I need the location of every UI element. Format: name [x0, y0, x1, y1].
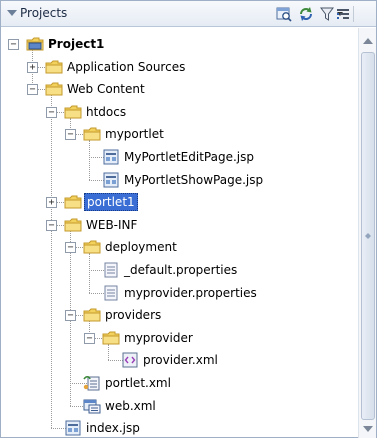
- panel-title: Projects: [20, 6, 68, 20]
- jsp-file-icon: [64, 420, 82, 436]
- synchronize-button[interactable]: [275, 5, 293, 23]
- portlet-xml-icon: [83, 375, 101, 391]
- collapse-toggle-icon[interactable]: −: [46, 219, 57, 231]
- grip-icon: [365, 233, 371, 239]
- tree-node-label[interactable]: Application Sources: [65, 58, 187, 76]
- tree-node-label[interactable]: index.jsp: [84, 419, 142, 437]
- panel-header: Projects: [1, 1, 376, 27]
- collapse-toggle-icon[interactable]: −: [27, 84, 38, 96]
- jsp-file-icon: [102, 149, 120, 165]
- xml-file-icon: [121, 352, 139, 368]
- project-tree: − Project1 + Application Sources − Web Conten…: [1, 28, 358, 438]
- tree-node-label[interactable]: web.xml: [103, 397, 158, 415]
- web-xml-icon: [83, 398, 101, 414]
- properties-file-icon: [102, 285, 120, 301]
- tree-node-label[interactable]: provider.xml: [141, 351, 220, 369]
- folder-icon: [64, 217, 82, 233]
- tree-node-label[interactable]: myprovider: [122, 329, 195, 347]
- tree-node-label[interactable]: portlet1: [84, 193, 138, 212]
- jsp-file-icon: [102, 172, 120, 188]
- tree-node-label[interactable]: portlet.xml: [103, 374, 173, 392]
- refresh-button[interactable]: [297, 5, 315, 23]
- expand-toggle-icon[interactable]: +: [46, 197, 57, 209]
- tree-connector: [108, 343, 109, 361]
- project-icon: [26, 36, 44, 52]
- collapse-toggle-icon[interactable]: −: [65, 242, 76, 254]
- tree-node-label[interactable]: providers: [103, 306, 163, 324]
- folder-icon: [83, 126, 101, 142]
- projects-panel: Projects − Project1 + Application Source…: [0, 0, 377, 438]
- toolbar-separator: [353, 6, 354, 22]
- folder-icon: [64, 104, 82, 120]
- collapse-toggle-icon[interactable]: −: [84, 332, 95, 344]
- collapse-panel-icon[interactable]: [7, 10, 17, 16]
- folder-icon: [64, 194, 82, 210]
- collapse-toggle-icon[interactable]: −: [65, 310, 76, 322]
- tree-node-label[interactable]: Project1: [46, 35, 106, 53]
- sort-icon: [334, 5, 352, 23]
- refresh-icon: [297, 5, 315, 23]
- vertical-scrollbar[interactable]: [358, 28, 376, 438]
- folder-icon: [45, 81, 63, 97]
- synchronize-icon: [275, 5, 293, 23]
- tree-node-label[interactable]: MyPortletShowPage.jsp: [122, 171, 265, 189]
- collapse-toggle-icon[interactable]: −: [65, 129, 76, 141]
- tree-connector: [89, 253, 90, 293]
- folder-icon: [45, 59, 63, 75]
- tree-node-label[interactable]: deployment: [103, 238, 179, 256]
- tree-node-label[interactable]: WEB-INF: [84, 216, 139, 234]
- tree-connector: [89, 140, 90, 180]
- tree-node-label[interactable]: _default.properties: [122, 261, 239, 279]
- collapse-toggle-icon[interactable]: −: [8, 39, 19, 50]
- tree-node-label[interactable]: myprovider.properties: [122, 284, 259, 302]
- tree-connector: [51, 95, 52, 429]
- tree-node-label[interactable]: htdocs: [84, 103, 128, 121]
- properties-file-icon: [102, 262, 120, 278]
- tree-node-label[interactable]: Web Content: [65, 80, 147, 98]
- folder-icon: [83, 239, 101, 255]
- collapse-toggle-icon[interactable]: −: [46, 106, 57, 118]
- expand-toggle-icon[interactable]: +: [27, 61, 38, 73]
- scroll-up-icon[interactable]: [363, 38, 373, 44]
- tree-node-label[interactable]: myportlet: [103, 125, 166, 143]
- folder-icon: [83, 307, 101, 323]
- sort-button[interactable]: [334, 5, 352, 23]
- scrollbar-thumb[interactable]: [361, 52, 375, 420]
- scroll-down-icon[interactable]: [363, 426, 373, 432]
- tree-node-label[interactable]: MyPortletEditPage.jsp: [122, 148, 256, 166]
- folder-icon: [102, 330, 120, 346]
